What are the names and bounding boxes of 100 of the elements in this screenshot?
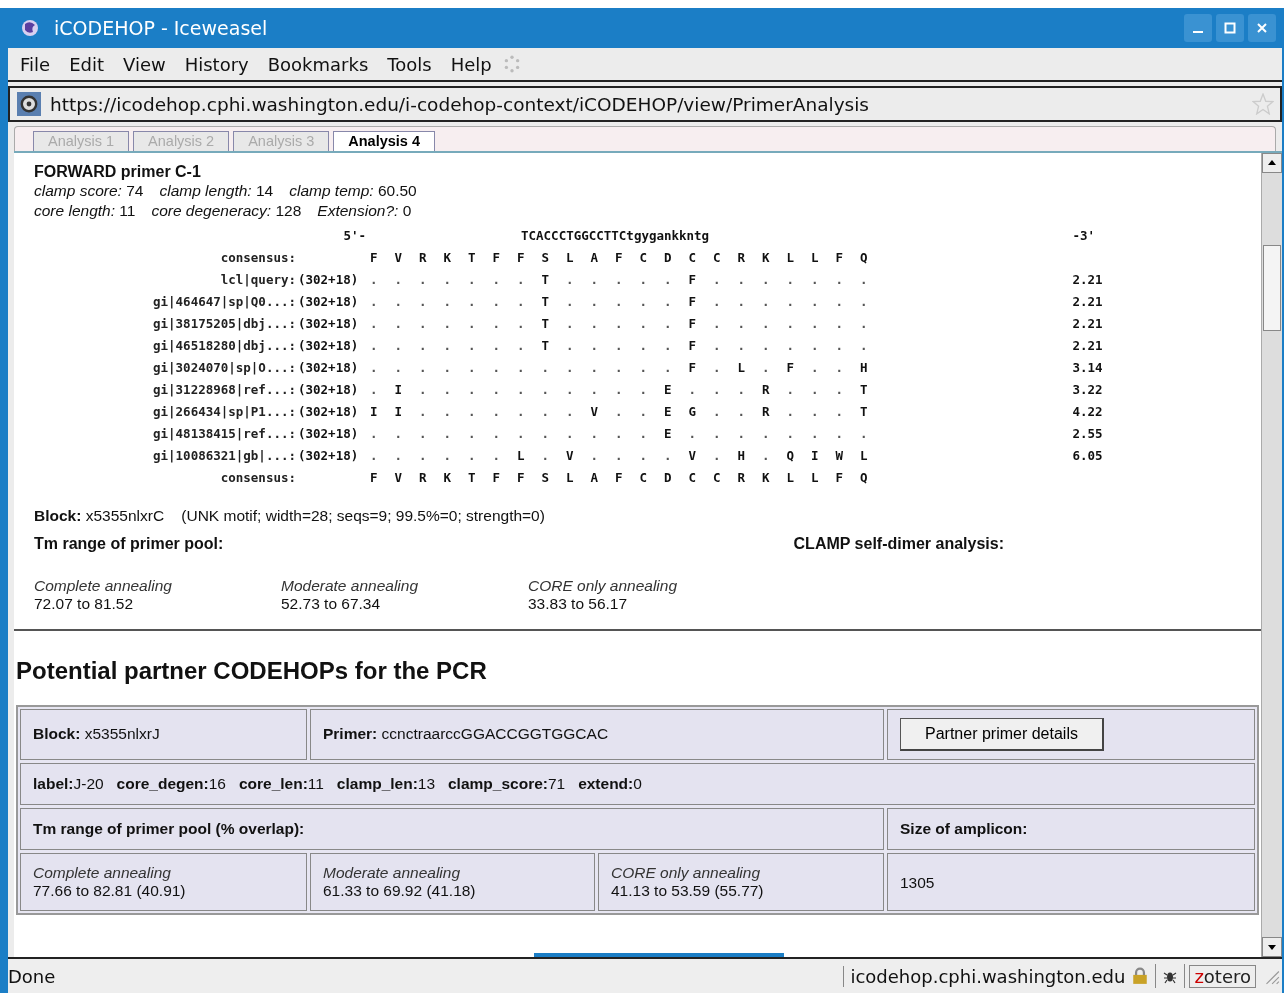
residue: .	[491, 271, 502, 289]
score: 6.05	[1072, 447, 1104, 465]
minimize-button[interactable]	[1184, 14, 1212, 42]
window-title: iCODEHOP - Iceweasel	[54, 17, 268, 39]
tab[interactable]: Analysis 4	[333, 131, 436, 151]
residue: F	[516, 469, 526, 487]
residue: T	[859, 403, 869, 421]
sequence-range: (302+18)	[297, 381, 360, 399]
residue: K	[761, 249, 771, 267]
residue: F	[687, 337, 698, 355]
residue: .	[369, 447, 379, 465]
residue: .	[467, 293, 477, 311]
residue: V	[393, 469, 404, 487]
sequence-name: gi|31228968|ref...:	[152, 381, 296, 399]
sequence-name: gi|48138415|ref...:	[152, 425, 296, 443]
scroll-thumb[interactable]	[1263, 245, 1281, 331]
menu-item[interactable]: File	[20, 53, 51, 75]
residue: .	[785, 425, 796, 443]
residue: .	[491, 337, 502, 355]
residue: F	[614, 469, 624, 487]
residue: .	[589, 447, 600, 465]
menu-item[interactable]: Edit	[69, 53, 104, 75]
residue: .	[442, 425, 453, 443]
residue: .	[687, 381, 698, 399]
residue: .	[614, 315, 624, 333]
residue: .	[467, 337, 477, 355]
sequence-range: (302+18)	[297, 359, 360, 377]
residue: K	[761, 469, 771, 487]
residue: C	[687, 469, 698, 487]
residue: .	[442, 337, 453, 355]
address-bar[interactable]: https://icodehop.cphi.washington.edu/i-codehop-context/iCODEHOP/view/PrimerAnalysis	[8, 86, 1282, 122]
scroll-up-icon[interactable]	[1262, 153, 1282, 173]
residue: L	[565, 249, 575, 267]
residue: V	[565, 447, 575, 465]
sequence-name: gi|464647|sp|Q0...:	[152, 293, 296, 311]
menu-item[interactable]: View	[123, 53, 166, 75]
residue: .	[638, 271, 649, 289]
residue: .	[589, 315, 600, 333]
residue: .	[418, 337, 428, 355]
residue: R	[736, 249, 747, 267]
score: 2.21	[1072, 315, 1104, 333]
menu-item[interactable]: Bookmarks	[267, 53, 369, 75]
residue: L	[736, 359, 747, 377]
consensus-label: consensus:	[219, 469, 296, 487]
residue: V	[687, 447, 698, 465]
sequence-range: (302+18)	[297, 271, 360, 289]
maximize-button[interactable]	[1216, 14, 1244, 42]
residue: .	[834, 381, 845, 399]
residue: .	[418, 425, 428, 443]
residue: .	[467, 403, 477, 421]
residue: F	[369, 249, 379, 267]
residue: .	[859, 337, 869, 355]
residue: .	[393, 315, 404, 333]
residue: I	[393, 403, 404, 421]
residue: .	[712, 381, 722, 399]
bug-icon-cell[interactable]	[1155, 964, 1186, 988]
annealing-range: 52.73 to 67.34	[281, 595, 382, 613]
residue: .	[565, 271, 575, 289]
residue: F	[491, 469, 502, 487]
menu-item[interactable]: Help	[450, 53, 492, 75]
residue: .	[810, 293, 820, 311]
residue: .	[442, 271, 453, 289]
scroll-down-icon[interactable]	[1262, 937, 1282, 957]
menu-item[interactable]: Tools	[387, 53, 432, 75]
residue: .	[442, 293, 453, 311]
status-text: Done	[8, 965, 57, 987]
residue: .	[834, 359, 845, 377]
star-icon[interactable]	[1252, 93, 1274, 115]
horizontal-scroll-thumb[interactable]	[534, 953, 784, 957]
menu-item[interactable]: History	[184, 53, 249, 75]
stat-text: core length: 11	[34, 201, 136, 221]
residue: .	[565, 425, 575, 443]
residue: K	[442, 249, 453, 267]
stat-text: core degeneracy: 128	[151, 201, 302, 221]
residue: .	[369, 315, 379, 333]
residue: .	[736, 271, 747, 289]
zotero-button[interactable]: zotero	[1189, 964, 1256, 988]
vertical-scrollbar[interactable]	[1261, 153, 1282, 957]
residue: .	[834, 293, 845, 311]
residue: .	[638, 293, 649, 311]
residue: .	[834, 271, 845, 289]
table-cell: label:J-20 core_degen:16 core_len:11 clamp_len:13 clamp_score:71 extend:0	[20, 763, 1255, 805]
residue: .	[810, 315, 820, 333]
residue: .	[516, 337, 526, 355]
tm-heading: Tm range of primer pool:	[34, 535, 224, 553]
residue: .	[589, 425, 600, 443]
residue: R	[418, 249, 428, 267]
residue: .	[565, 293, 575, 311]
residue: T	[467, 469, 477, 487]
residue: .	[761, 271, 771, 289]
residue: T	[467, 249, 477, 267]
partner-details-button[interactable]: Partner primer details	[900, 718, 1104, 751]
residue: L	[785, 469, 796, 487]
close-button[interactable]	[1248, 14, 1276, 42]
residue: .	[761, 337, 771, 355]
residue: .	[418, 315, 428, 333]
residue: .	[687, 425, 698, 443]
residue: W	[834, 447, 845, 465]
residue: .	[393, 359, 404, 377]
residue: Q	[859, 249, 869, 267]
